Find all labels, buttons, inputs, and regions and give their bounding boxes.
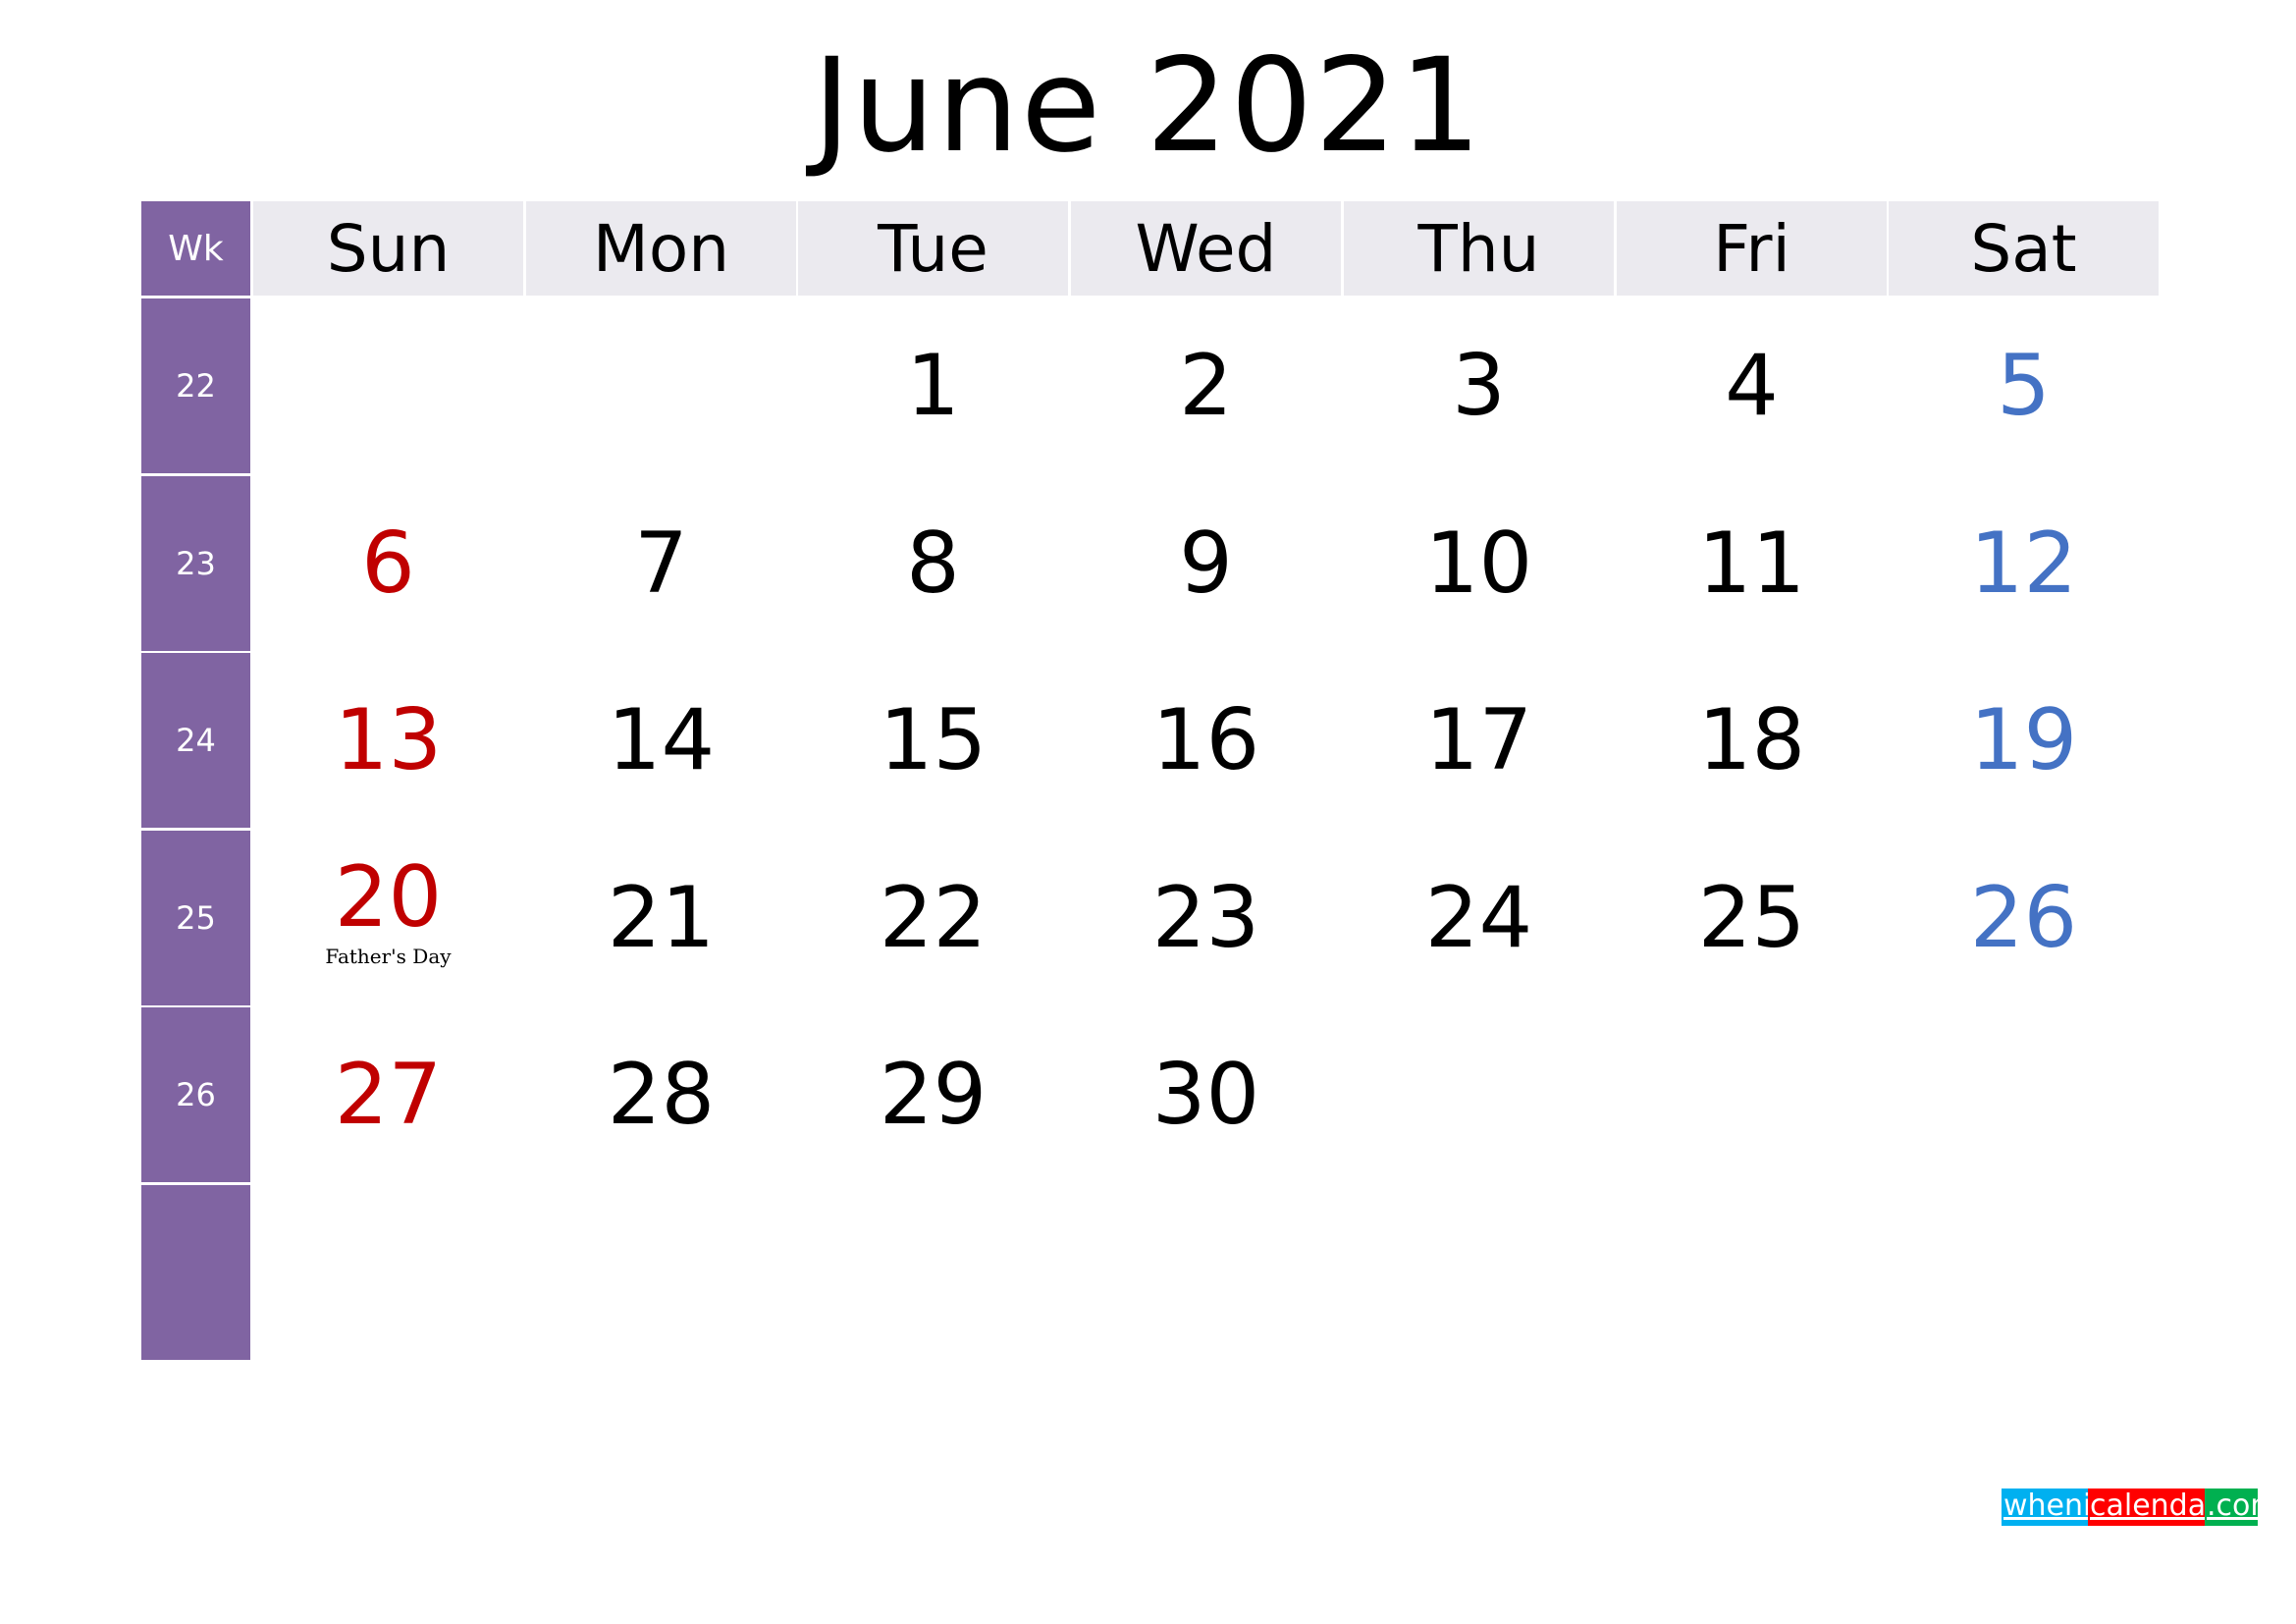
day-cell[interactable]: 2: [1071, 298, 1341, 473]
day-cell[interactable]: 6: [253, 476, 523, 651]
logo-part-com: .com: [2205, 1489, 2279, 1526]
day-cell[interactable]: 14: [526, 653, 796, 828]
site-logo[interactable]: whenis calendars .com: [2002, 1489, 2279, 1526]
empty-day-cell: [1617, 1185, 1887, 1360]
day-number: 23: [1151, 869, 1260, 967]
day-number: 27: [334, 1046, 443, 1144]
empty-day-cell: [526, 1185, 796, 1360]
calendar-grid: Wk Sun Mon Tue Wed Thu Fri Sat 22 1 2 3 4 5 23 6 7 8 9 10 1…: [141, 201, 2159, 1360]
week-number: 22: [141, 298, 250, 473]
empty-day-cell: [1617, 1007, 1887, 1182]
week-number: 25: [141, 831, 250, 1005]
day-header-thu: Thu: [1344, 201, 1614, 296]
day-number: 21: [607, 869, 716, 967]
day-cell[interactable]: 5: [1889, 298, 2159, 473]
day-number: 11: [1697, 514, 1806, 613]
day-number: 20: [334, 848, 443, 947]
week-number: 26: [141, 1007, 250, 1182]
day-cell[interactable]: 29: [798, 1007, 1068, 1182]
empty-day-cell: [253, 1185, 523, 1360]
empty-day-cell: [1071, 1185, 1341, 1360]
day-number: 30: [1151, 1046, 1260, 1144]
day-number: 5: [1997, 337, 2051, 435]
logo-part-calendars: calendars: [2088, 1489, 2233, 1526]
day-cell[interactable]: 4: [1617, 298, 1887, 473]
empty-day-cell: [526, 298, 796, 473]
day-cell[interactable]: 17: [1344, 653, 1614, 828]
week-number: [141, 1185, 250, 1360]
day-cell[interactable]: 27: [253, 1007, 523, 1182]
day-number: 18: [1697, 691, 1806, 789]
day-number: 14: [607, 691, 716, 789]
day-cell[interactable]: 24: [1344, 831, 1614, 1005]
day-cell[interactable]: 26: [1889, 831, 2159, 1005]
day-cell[interactable]: 12: [1889, 476, 2159, 651]
day-cell[interactable]: 25: [1617, 831, 1887, 1005]
day-cell[interactable]: 28: [526, 1007, 796, 1182]
day-number: 29: [879, 1046, 988, 1144]
day-cell[interactable]: 30: [1071, 1007, 1341, 1182]
day-cell[interactable]: 16: [1071, 653, 1341, 828]
day-number: 7: [634, 514, 688, 613]
day-cell[interactable]: 3: [1344, 298, 1614, 473]
day-number: 24: [1424, 869, 1533, 967]
day-cell[interactable]: 13: [253, 653, 523, 828]
day-header-tue: Tue: [798, 201, 1068, 296]
day-cell[interactable]: 9: [1071, 476, 1341, 651]
day-number: 19: [1969, 691, 2078, 789]
empty-day-cell: [1889, 1007, 2159, 1182]
day-number: 25: [1697, 869, 1806, 967]
holiday-label: Father's Day: [325, 945, 452, 968]
day-number: 10: [1424, 514, 1533, 613]
empty-day-cell: [253, 298, 523, 473]
day-cell[interactable]: 7: [526, 476, 796, 651]
day-number: 13: [334, 691, 443, 789]
week-number: 23: [141, 476, 250, 651]
week-number-header: Wk: [141, 201, 250, 296]
day-cell[interactable]: 19: [1889, 653, 2159, 828]
day-number: 28: [607, 1046, 716, 1144]
empty-day-cell: [798, 1185, 1068, 1360]
day-cell[interactable]: 23: [1071, 831, 1341, 1005]
day-cell[interactable]: 11: [1617, 476, 1887, 651]
day-number: 2: [1179, 337, 1233, 435]
day-number: 22: [879, 869, 988, 967]
day-number: 8: [906, 514, 960, 613]
day-cell[interactable]: 18: [1617, 653, 1887, 828]
day-number: 15: [879, 691, 988, 789]
day-header-sun: Sun: [253, 201, 523, 296]
logo-part-whenis: whenis: [2002, 1489, 2107, 1526]
day-header-wed: Wed: [1071, 201, 1341, 296]
day-number: 6: [361, 514, 415, 613]
empty-day-cell: [1344, 1007, 1614, 1182]
week-number: 24: [141, 653, 250, 828]
day-cell[interactable]: 20 Father's Day: [253, 831, 523, 1005]
calendar-title: June 2021: [812, 30, 1484, 182]
day-number: 1: [906, 337, 960, 435]
day-cell[interactable]: 8: [798, 476, 1068, 651]
day-header-mon: Mon: [526, 201, 796, 296]
day-number: 9: [1179, 514, 1233, 613]
empty-day-cell: [1344, 1185, 1614, 1360]
day-header-sat: Sat: [1889, 201, 2159, 296]
day-number: 17: [1424, 691, 1533, 789]
day-cell[interactable]: 15: [798, 653, 1068, 828]
empty-day-cell: [1889, 1185, 2159, 1360]
day-number: 26: [1969, 869, 2078, 967]
day-number: 4: [1725, 337, 1779, 435]
day-header-fri: Fri: [1617, 201, 1887, 296]
day-number: 12: [1969, 514, 2078, 613]
day-cell[interactable]: 10: [1344, 476, 1614, 651]
day-cell[interactable]: 22: [798, 831, 1068, 1005]
day-cell[interactable]: 21: [526, 831, 796, 1005]
day-number: 16: [1151, 691, 1260, 789]
day-cell[interactable]: 1: [798, 298, 1068, 473]
day-number: 3: [1452, 337, 1506, 435]
